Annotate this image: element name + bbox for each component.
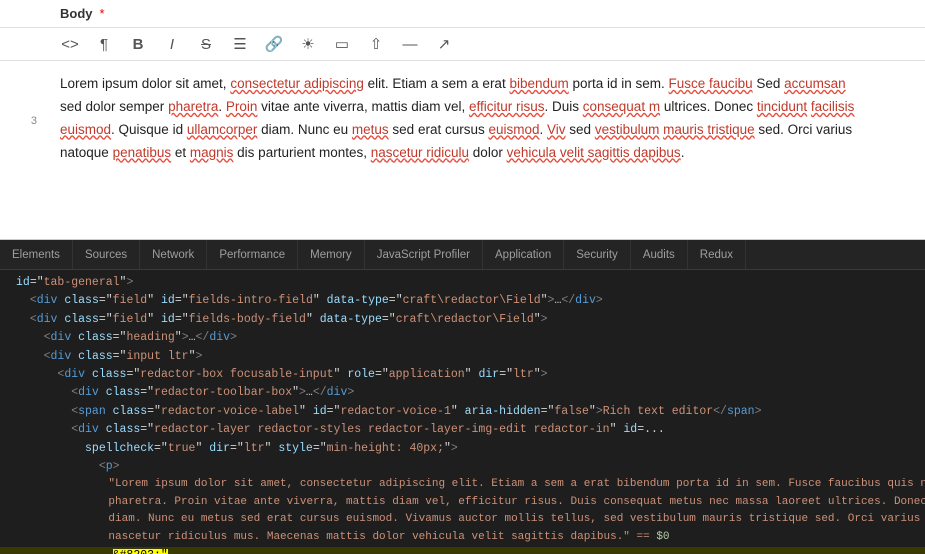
devtools-tabs: Elements Sources Network Performance Mem… (0, 240, 925, 270)
image-icon[interactable]: ☀ (298, 34, 318, 54)
code-line: <p> (0, 458, 925, 476)
hr-icon[interactable]: — (400, 34, 420, 54)
code-line: pharetra. Proin vitae ante viverra, matt… (0, 494, 925, 512)
editor-area: Body * <> ¶ B I S ☰ 🔗 ☀ ▭ ⇧ — ↗ Lorem ip… (0, 0, 925, 240)
code-line: <div class="redactor-toolbar-box">…</div… (0, 384, 925, 402)
tab-security[interactable]: Security (564, 240, 631, 269)
tab-performance[interactable]: Performance (207, 240, 298, 269)
fullscreen-icon[interactable]: ↗ (434, 34, 454, 54)
code-line: spellcheck="true" dir="ltr" style="min-h… (0, 440, 925, 458)
code-line-highlighted: &#8203;" (0, 547, 925, 554)
code-line: nascetur ridiculus mus. Maecenas mattis … (0, 529, 925, 547)
required-indicator: * (100, 6, 105, 21)
link-icon[interactable]: 🔗 (264, 34, 284, 54)
code-line: <div class="heading">…</div> (0, 329, 925, 347)
paragraph-icon[interactable]: ¶ (94, 34, 114, 54)
code-line: <div class="input ltr"> (0, 348, 925, 366)
code-line: <div class="redactor-box focusable-input… (0, 366, 925, 384)
tab-redux[interactable]: Redux (688, 240, 746, 269)
code-line: id="tab-general"> (0, 274, 925, 292)
code-line: <div class="field" id="fields-body-field… (0, 311, 925, 329)
code-line: "Lorem ipsum dolor sit amet, consectetur… (0, 476, 925, 494)
editor-header: Body * (0, 0, 925, 27)
strikethrough-icon[interactable]: S (196, 34, 216, 54)
tab-elements[interactable]: Elements (0, 240, 73, 269)
body-label: Body (60, 6, 93, 21)
code-panel: id="tab-general"> <div class="field" id=… (0, 270, 925, 554)
bold-icon[interactable]: B (128, 34, 148, 54)
media-icon[interactable]: ▭ (332, 34, 352, 54)
tab-javascript-profiler[interactable]: JavaScript Profiler (365, 240, 483, 269)
devtools-panel: Elements Sources Network Performance Mem… (0, 240, 925, 554)
italic-icon[interactable]: I (162, 34, 182, 54)
tab-network[interactable]: Network (140, 240, 207, 269)
code-line: diam. Nunc eu metus sed erat cursus euis… (0, 511, 925, 529)
code-line: <span class="redactor-voice-label" id="r… (0, 403, 925, 421)
list-icon[interactable]: ☰ (230, 34, 250, 54)
tab-audits[interactable]: Audits (631, 240, 688, 269)
tab-sources[interactable]: Sources (73, 240, 140, 269)
tab-application[interactable]: Application (483, 240, 564, 269)
line-number: 3 (0, 115, 45, 127)
code-icon[interactable]: <> (60, 34, 80, 54)
code-line: <div class="field" id="fields-intro-fiel… (0, 292, 925, 310)
editor-content[interactable]: Lorem ipsum dolor sit amet, consectetur … (0, 61, 925, 239)
code-line: <div class="redactor-layer redactor-styl… (0, 421, 925, 439)
upload-icon[interactable]: ⇧ (366, 34, 386, 54)
tab-memory[interactable]: Memory (298, 240, 365, 269)
editor-toolbar: <> ¶ B I S ☰ 🔗 ☀ ▭ ⇧ — ↗ (0, 27, 925, 61)
